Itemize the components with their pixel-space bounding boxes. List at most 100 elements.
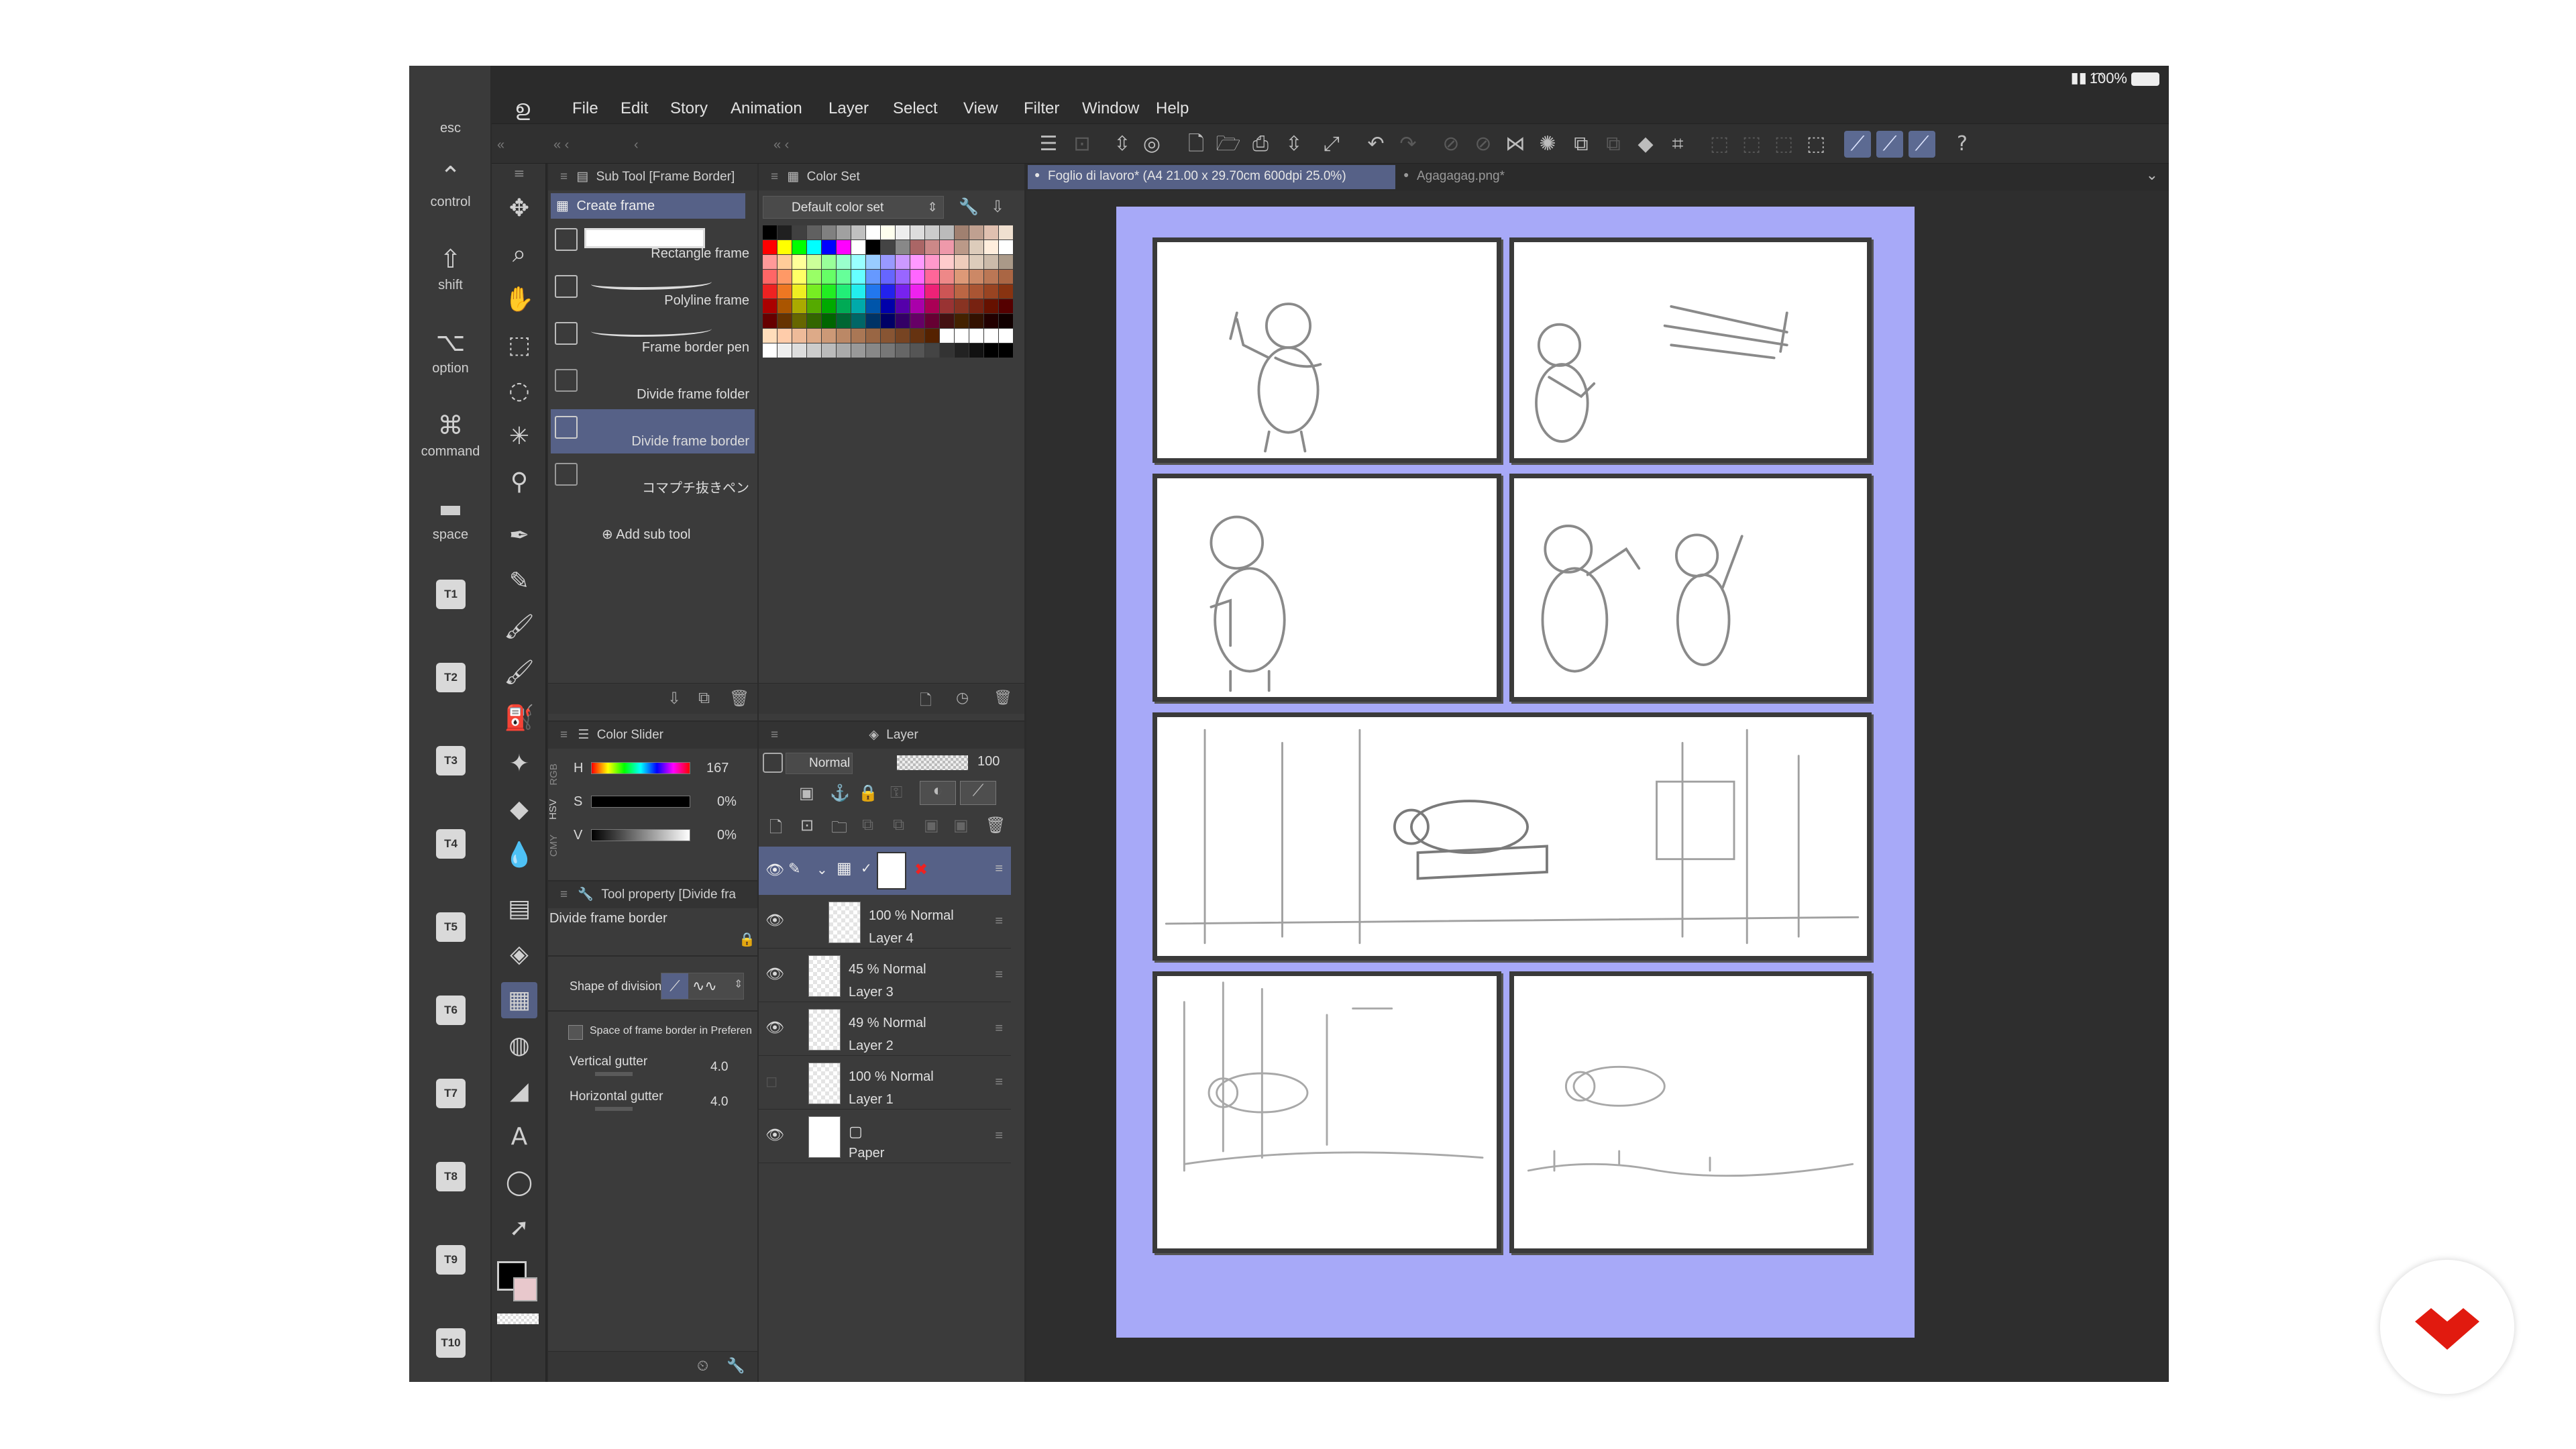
shift-key[interactable]: ⇧ shift <box>409 236 492 310</box>
invert-selection-icon[interactable]: ⬚ <box>1738 131 1765 158</box>
color-swatch[interactable] <box>984 284 998 299</box>
color-swatch[interactable] <box>881 329 895 343</box>
color-swatch[interactable] <box>881 299 895 313</box>
color-swatch[interactable] <box>851 255 865 269</box>
horizontal-gutter-slider[interactable] <box>595 1107 633 1111</box>
color-swatch[interactable] <box>984 299 998 313</box>
menu-layer[interactable]: Layer <box>828 99 869 118</box>
transparent-color-swatch[interactable] <box>497 1313 539 1324</box>
canvas-area[interactable] <box>1026 191 2169 1382</box>
color-swatch[interactable] <box>866 225 880 239</box>
color-swatch[interactable] <box>822 284 836 299</box>
hamburger-menu-icon[interactable]: ☰ <box>1035 131 1062 158</box>
eye-hidden-icon[interactable]: ◻ <box>765 1073 777 1090</box>
color-swatch[interactable] <box>837 255 851 269</box>
download-icon[interactable]: ⇩ <box>667 689 681 708</box>
color-swatch[interactable] <box>955 299 969 313</box>
menu-view[interactable]: View <box>963 99 998 118</box>
color-swatch[interactable] <box>969 240 983 254</box>
fill-tool-icon[interactable]: ◈ <box>501 936 537 973</box>
color-swatch[interactable] <box>792 299 806 313</box>
ruler-tool-icon[interactable]: ◢ <box>501 1073 537 1110</box>
color-swatch[interactable] <box>984 225 998 239</box>
clipping-icon[interactable]: ▣ <box>799 784 814 803</box>
color-swatch[interactable] <box>837 284 851 299</box>
value-slider[interactable] <box>591 829 690 841</box>
rgb-tab[interactable]: RGB <box>548 763 559 786</box>
color-swatch[interactable] <box>792 314 806 328</box>
lock-layer-icon[interactable]: 🔒 <box>858 784 878 803</box>
drag-handle-icon[interactable]: ≡ <box>995 914 1003 929</box>
eye-icon[interactable]: 👁 <box>765 1127 784 1144</box>
sub-tool-koma-puchi[interactable]: コマプチ抜きペン <box>551 456 755 500</box>
t2-button[interactable]: T2 <box>436 663 466 692</box>
color-swatch[interactable] <box>777 255 792 269</box>
space-of-frame-border-checkbox[interactable] <box>568 1025 583 1040</box>
color-swatch[interactable] <box>777 343 792 358</box>
color-swatch[interactable] <box>910 343 924 358</box>
pen-tool-icon[interactable]: ✒ <box>501 518 537 554</box>
color-swatch[interactable] <box>851 299 865 313</box>
saturation-slider[interactable] <box>591 796 690 808</box>
gradient-tool-icon[interactable]: ▤ <box>501 891 537 927</box>
color-swatch[interactable] <box>792 240 806 254</box>
t5-button[interactable]: T5 <box>436 912 466 942</box>
color-swatch[interactable] <box>807 299 821 313</box>
sub-tool-polyline-frame[interactable]: Polyline frame <box>551 268 755 313</box>
ruler-link-icon[interactable]: ⟋ <box>960 781 996 805</box>
drag-handle-icon[interactable]: ≡ <box>995 1075 1003 1090</box>
color-swatch[interactable] <box>896 299 910 313</box>
t1-button[interactable]: T1 <box>436 580 466 609</box>
color-slider-tab[interactable]: ≡ ☰ Color Slider <box>548 722 757 749</box>
color-swatch[interactable] <box>777 299 792 313</box>
collapse-icon[interactable]: « ‹ <box>553 138 569 153</box>
color-swatch[interactable] <box>763 225 777 239</box>
color-swatch[interactable] <box>837 299 851 313</box>
clear-outside-icon[interactable]: ⊘ <box>1470 131 1497 158</box>
color-swatch[interactable] <box>925 225 939 239</box>
move-tool-icon[interactable]: ✥ <box>501 191 537 227</box>
color-swatch[interactable] <box>910 255 924 269</box>
color-swatch[interactable] <box>792 329 806 343</box>
replace-color-icon[interactable]: ◷ <box>956 689 969 706</box>
color-swatch[interactable] <box>984 240 998 254</box>
arrows-icon[interactable]: ⇳ <box>1281 131 1307 158</box>
color-swatch[interactable] <box>955 255 969 269</box>
color-swatch[interactable] <box>955 225 969 239</box>
color-swatch[interactable] <box>851 329 865 343</box>
eyedropper-tool-icon[interactable]: ⚲ <box>501 464 537 500</box>
color-swatch[interactable] <box>925 329 939 343</box>
color-swatch[interactable] <box>910 329 924 343</box>
drag-handle-icon[interactable]: ≡ <box>995 1021 1003 1036</box>
collapse-left-icon[interactable]: « <box>497 138 504 153</box>
color-swatch[interactable] <box>851 343 865 358</box>
color-swatch[interactable] <box>866 314 880 328</box>
color-swatch[interactable] <box>925 240 939 254</box>
show-selection-icon[interactable]: ⬚ <box>1803 131 1829 158</box>
undo-icon[interactable]: ↶ <box>1362 131 1389 158</box>
menu-select[interactable]: Select <box>893 99 938 118</box>
color-swatch[interactable] <box>866 284 880 299</box>
color-swatch[interactable] <box>837 270 851 284</box>
lock-transparency-icon[interactable]: ⚿ <box>890 784 902 802</box>
color-swatch[interactable] <box>969 314 983 328</box>
reset-icon[interactable]: ⏲ <box>697 1357 708 1375</box>
color-swatch[interactable] <box>851 225 865 239</box>
color-swatch[interactable] <box>881 240 895 254</box>
color-swatch[interactable] <box>777 314 792 328</box>
tool-property-tab[interactable]: ≡ 🔧 Tool property [Divide fra <box>548 881 757 908</box>
color-swatch[interactable] <box>999 314 1013 328</box>
color-swatch[interactable] <box>792 255 806 269</box>
t7-button[interactable]: T7 <box>436 1079 466 1108</box>
color-swatch[interactable] <box>999 225 1013 239</box>
color-swatch[interactable] <box>969 255 983 269</box>
color-swatch[interactable] <box>969 299 983 313</box>
control-key[interactable]: ⌃ control <box>409 153 492 227</box>
color-swatch[interactable] <box>940 329 954 343</box>
color-set-tab[interactable]: ≡ ▦ Color Set <box>759 164 1024 191</box>
sub-tool-tab[interactable]: ≡ ▤ Sub Tool [Frame Border] <box>548 164 757 191</box>
lasso-tool-icon[interactable]: ◌ <box>501 373 537 409</box>
eye-icon[interactable]: 👁 <box>765 912 784 929</box>
mask-add-icon[interactable]: ▣ <box>924 816 939 835</box>
color-swatch[interactable] <box>940 284 954 299</box>
